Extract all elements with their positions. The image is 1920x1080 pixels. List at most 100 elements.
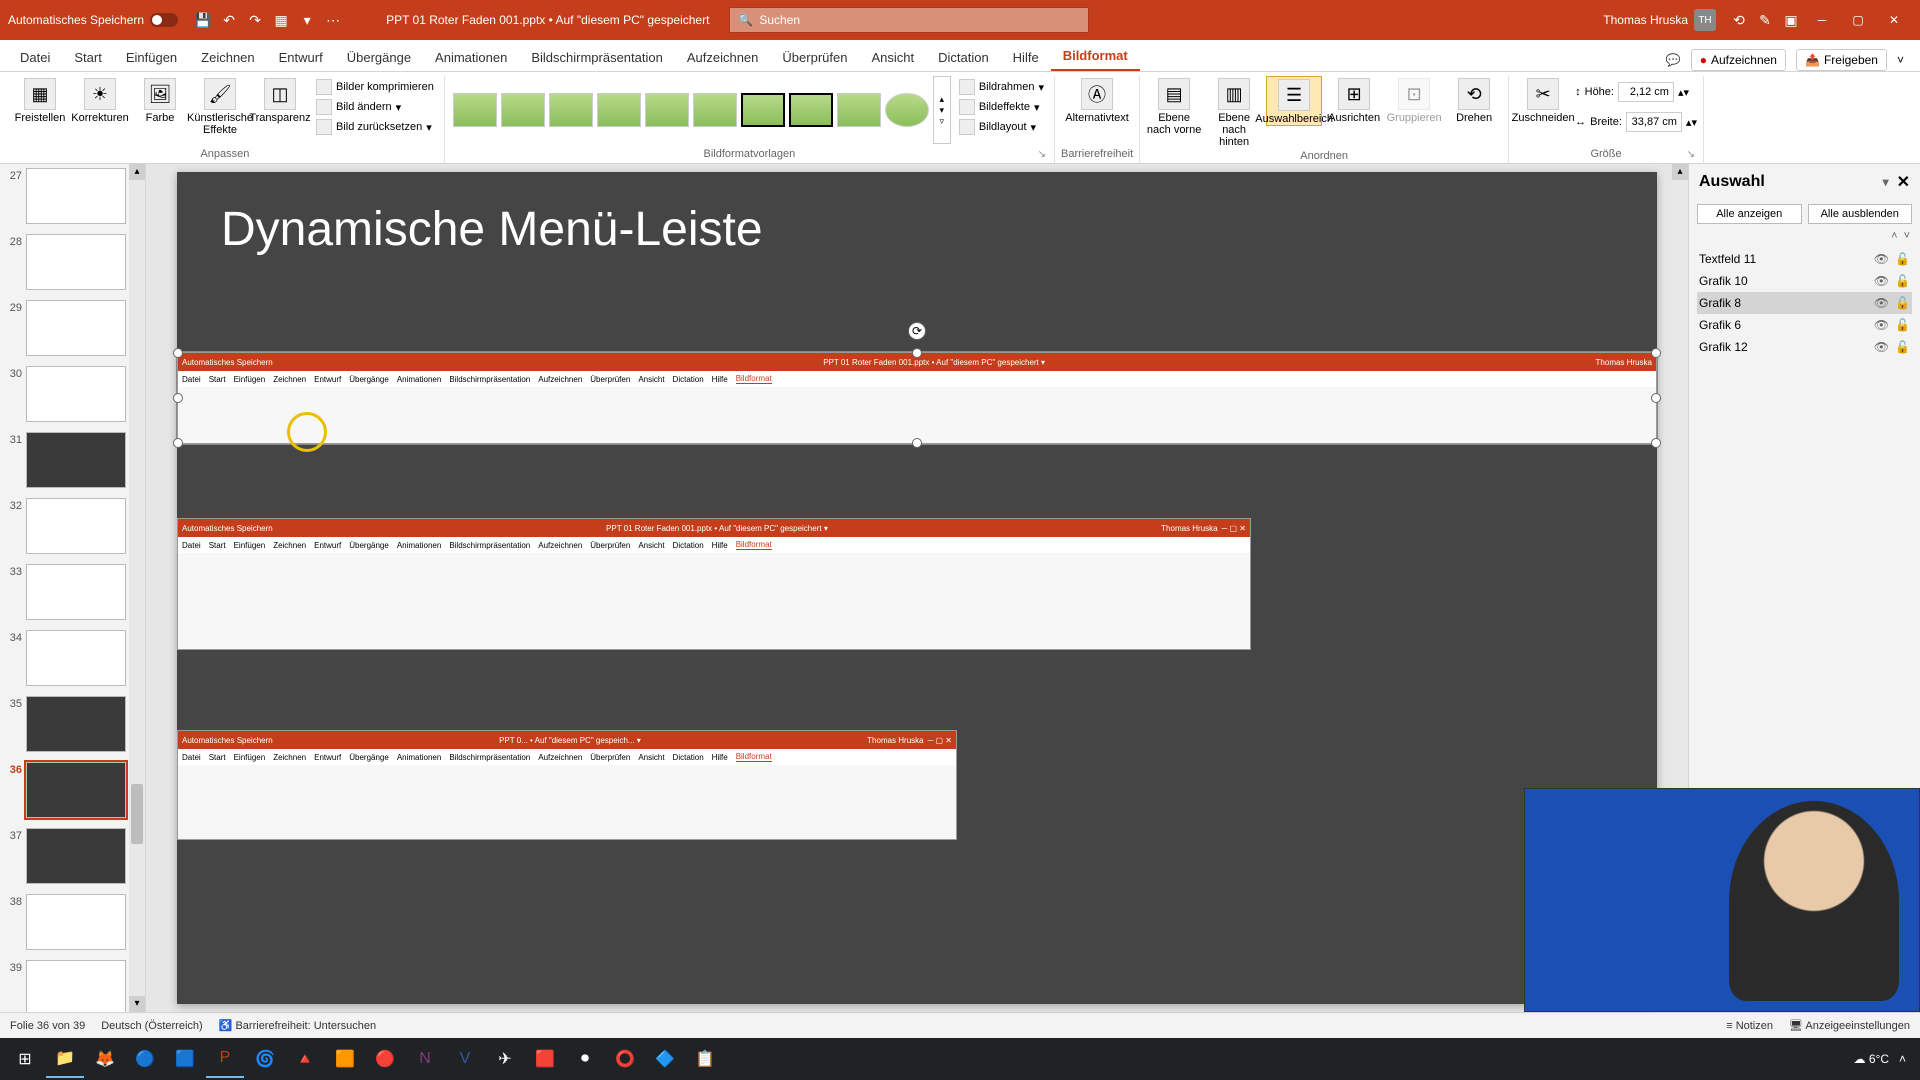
bild-aendern-button[interactable]: Bild ändern ▾ — [312, 98, 438, 116]
user-account[interactable]: Thomas Hruska TH — [1603, 9, 1716, 31]
ebene-vorne-button[interactable]: ▤Ebene nach vorne — [1146, 76, 1202, 136]
record-button[interactable]: ●Aufzeichnen — [1691, 49, 1786, 71]
app-icon[interactable]: 🟧 — [326, 1040, 364, 1078]
thumbs-scrollbar[interactable]: ▴▾ — [129, 164, 145, 1012]
vlc-icon[interactable]: 🔺 — [286, 1040, 324, 1078]
groesse-launcher[interactable]: ↘ — [1687, 149, 1695, 160]
drehen-button[interactable]: ⟲Drehen — [1446, 76, 1502, 124]
styles-more-button[interactable]: ▴▾▿ — [933, 76, 951, 144]
slide-title[interactable]: Dynamische Menü-Leiste — [221, 202, 763, 257]
tab-bildschirm[interactable]: Bildschirmpräsentation — [519, 44, 675, 71]
slide-thumb-37[interactable] — [26, 828, 126, 884]
share-button[interactable]: 📤Freigeben — [1796, 49, 1887, 71]
freistellen-button[interactable]: ▦Freistellen — [12, 76, 68, 124]
edge-icon[interactable]: 🟦 — [166, 1040, 204, 1078]
save-icon[interactable]: 💾 — [193, 10, 213, 30]
bild-zuruecksetzen-button[interactable]: Bild zurücksetzen ▾ — [312, 118, 438, 136]
inserted-image-large[interactable]: Automatisches SpeichernPPT 01 Roter Fade… — [177, 352, 1657, 444]
auswahlbereich-button[interactable]: ☰Auswahlbereich — [1266, 76, 1322, 126]
obs-icon[interactable]: ⏺ — [566, 1040, 604, 1078]
eye-icon[interactable]: 👁 — [1874, 318, 1889, 332]
slide-thumb-39[interactable] — [26, 960, 126, 1012]
window-icon[interactable]: ▣ — [1781, 10, 1801, 30]
app-icon[interactable]: 🔴 — [366, 1040, 404, 1078]
document-title[interactable]: PPT 01 Roter Faden 001.pptx • Auf "diese… — [386, 13, 709, 27]
slide-thumb-30[interactable] — [26, 366, 126, 422]
slide-thumb-33[interactable] — [26, 564, 126, 620]
qat-overflow-icon[interactable]: ⋯ — [323, 10, 343, 30]
tab-ueberpruefen[interactable]: Überprüfen — [770, 44, 859, 71]
app-icon[interactable]: ⭕ — [606, 1040, 644, 1078]
slide-editor[interactable]: Dynamische Menü-Leiste ⟳ Automatisches S… — [146, 164, 1688, 1012]
transparenz-button[interactable]: ◫Transparenz — [252, 76, 308, 124]
ausrichten-button[interactable]: ⊞Ausrichten — [1326, 76, 1382, 124]
zuschneiden-button[interactable]: ✂Zuschneiden — [1515, 76, 1571, 124]
vorlagen-launcher[interactable]: ↘ — [1038, 149, 1046, 160]
more-qat-icon[interactable]: ▾ — [297, 10, 317, 30]
accessibility-status[interactable]: ♿ Barrierefreiheit: Untersuchen — [219, 1019, 376, 1032]
inserted-image-small[interactable]: Automatisches SpeichernPPT 0... • Auf "d… — [177, 730, 957, 840]
bildlayout-button[interactable]: Bildlayout ▾ — [955, 118, 1048, 136]
app-icon[interactable]: 📋 — [686, 1040, 724, 1078]
slide-thumb-35[interactable] — [26, 696, 126, 752]
chrome-icon[interactable]: 🔵 — [126, 1040, 164, 1078]
move-down-icon[interactable]: ˅ — [1904, 230, 1910, 242]
tab-ansicht[interactable]: Ansicht — [859, 44, 926, 71]
inserted-image-medium[interactable]: Automatisches SpeichernPPT 01 Roter Fade… — [177, 518, 1251, 650]
selection-item[interactable]: Grafik 6👁🔓 — [1697, 314, 1912, 336]
visio-icon[interactable]: V — [446, 1040, 484, 1078]
explorer-icon[interactable]: 📁 — [46, 1040, 84, 1078]
bildeffekte-button[interactable]: Bildeffekte ▾ — [955, 98, 1048, 116]
slide-thumb-34[interactable] — [26, 630, 126, 686]
move-up-icon[interactable]: ˄ — [1891, 230, 1897, 242]
tray-chevron-icon[interactable]: ˄ — [1899, 1052, 1906, 1066]
app-icon[interactable]: 🟥 — [526, 1040, 564, 1078]
slide-thumb-32[interactable] — [26, 498, 126, 554]
comments-icon[interactable]: 💬 — [1666, 53, 1681, 67]
notes-button[interactable]: ≡ Notizen — [1726, 1020, 1773, 1032]
slide-thumbnails[interactable]: 27 28 29 30 31 32 33 34 35 36 37 38 39 ▴… — [0, 164, 146, 1012]
tab-zeichnen[interactable]: Zeichnen — [189, 44, 266, 71]
selection-item[interactable]: Grafik 10👁🔓 — [1697, 270, 1912, 292]
alternativtext-button[interactable]: ⒶAlternativtext — [1069, 76, 1125, 124]
slide-counter[interactable]: Folie 36 von 39 — [10, 1020, 85, 1032]
pane-close-icon[interactable]: ✕ — [1897, 172, 1910, 192]
draw-icon[interactable]: ✎ — [1755, 10, 1775, 30]
selection-item[interactable]: Grafik 8👁🔓 — [1697, 292, 1912, 314]
sync-icon[interactable]: ⟲ — [1729, 10, 1749, 30]
language-status[interactable]: Deutsch (Österreich) — [101, 1020, 202, 1032]
maximize-button[interactable]: ▢ — [1840, 4, 1876, 36]
collapse-ribbon-icon[interactable]: ˅ — [1897, 53, 1904, 67]
show-all-button[interactable]: Alle anzeigen — [1697, 204, 1802, 224]
slide-thumb-31[interactable] — [26, 432, 126, 488]
pane-dropdown-icon[interactable]: ▾ — [1883, 175, 1889, 189]
hide-all-button[interactable]: Alle ausblenden — [1808, 204, 1913, 224]
lock-icon[interactable]: 🔓 — [1895, 296, 1910, 310]
search-input[interactable] — [759, 13, 1080, 27]
present-icon[interactable]: ▦ — [271, 10, 291, 30]
selection-item[interactable]: Textfeld 11👁🔓 — [1697, 248, 1912, 270]
selection-item[interactable]: Grafik 12👁🔓 — [1697, 336, 1912, 358]
search-box[interactable]: 🔍 — [729, 7, 1089, 33]
powerpoint-icon[interactable]: P — [206, 1040, 244, 1078]
eye-icon[interactable]: 👁 — [1874, 252, 1889, 266]
display-settings-button[interactable]: 🖥 Anzeigeeinstellungen — [1789, 1019, 1910, 1032]
tab-uebergaenge[interactable]: Übergänge — [335, 44, 423, 71]
slide-thumb-29[interactable] — [26, 300, 126, 356]
tab-datei[interactable]: Datei — [8, 44, 62, 71]
weather-widget[interactable]: ☁ 6°C — [1854, 1052, 1889, 1066]
farbe-button[interactable]: 🖼Farbe — [132, 76, 188, 124]
gruppieren-button[interactable]: ⊡Gruppieren — [1386, 76, 1442, 124]
eye-icon[interactable]: 👁 — [1874, 296, 1889, 310]
close-button[interactable]: ✕ — [1876, 4, 1912, 36]
picture-styles-gallery[interactable]: ▴▾▿ — [451, 76, 951, 144]
start-button[interactable]: ⊞ — [6, 1040, 44, 1078]
tab-bildformat[interactable]: Bildformat — [1051, 42, 1140, 71]
slide-thumb-27[interactable] — [26, 168, 126, 224]
tab-hilfe[interactable]: Hilfe — [1001, 44, 1051, 71]
tab-einfuegen[interactable]: Einfügen — [114, 44, 189, 71]
komprimieren-button[interactable]: Bilder komprimieren — [312, 78, 438, 96]
slide-thumb-36[interactable] — [26, 762, 126, 818]
kuenstlerische-button[interactable]: 🖌Künstlerische Effekte — [192, 76, 248, 136]
toggle-switch[interactable] — [150, 13, 178, 27]
